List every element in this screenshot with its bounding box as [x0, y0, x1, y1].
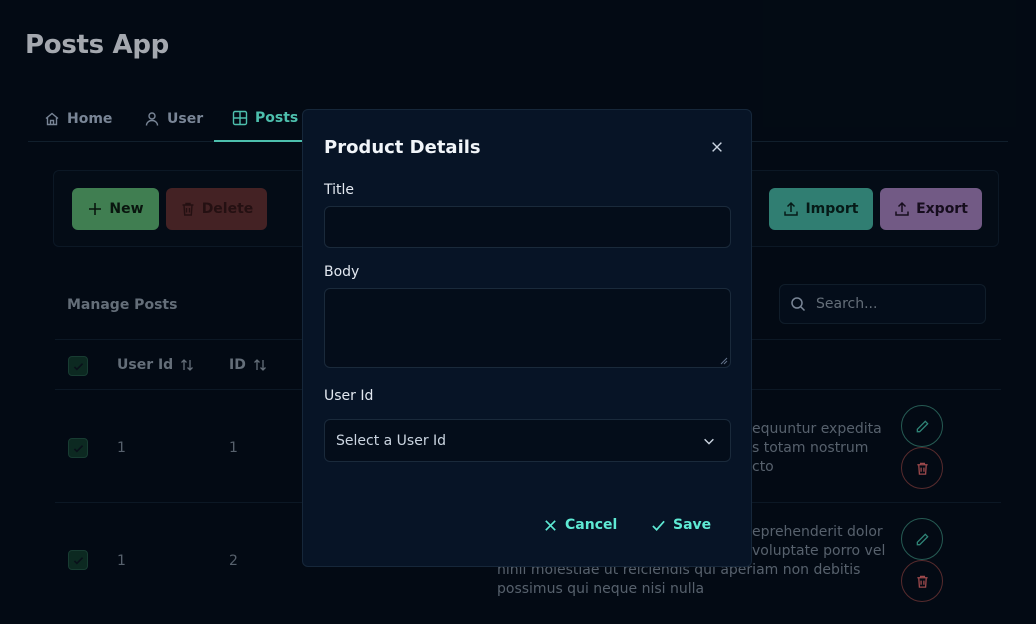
- cancel-button[interactable]: Cancel: [543, 514, 617, 536]
- title-label: Title: [324, 182, 355, 198]
- page: Posts App Home User Posts New Delete Imp…: [0, 0, 1036, 624]
- save-button[interactable]: Save: [651, 514, 711, 536]
- user-id-label: User Id: [324, 388, 374, 404]
- close-button[interactable]: [707, 137, 727, 157]
- user-id-select-placeholder: Select a User Id: [336, 432, 447, 449]
- check-icon: [652, 520, 665, 531]
- dialog-title: Product Details: [324, 137, 481, 158]
- title-field[interactable]: [324, 206, 731, 248]
- body-label: Body: [324, 264, 360, 280]
- resize-grip-icon[interactable]: [720, 357, 728, 365]
- save-button-label: Save: [673, 517, 712, 533]
- user-id-select[interactable]: Select a User Id: [324, 419, 731, 462]
- close-icon: [712, 142, 722, 152]
- chevron-down-icon: [704, 438, 714, 445]
- body-field[interactable]: [324, 288, 731, 368]
- cancel-button-label: Cancel: [565, 517, 618, 533]
- close-icon: [545, 519, 556, 531]
- product-details-dialog: Product Details Title Body User Id Selec…: [302, 109, 752, 567]
